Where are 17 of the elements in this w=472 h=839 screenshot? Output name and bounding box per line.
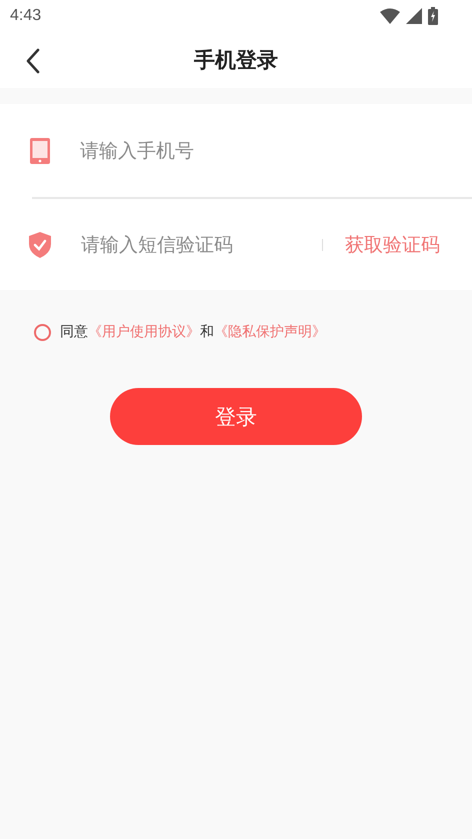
agreement-link[interactable]: 《隐私保护声明》 [214, 324, 326, 340]
signal-icon [406, 8, 422, 24]
battery-icon [428, 7, 438, 25]
wifi-icon [380, 8, 400, 24]
phone-input[interactable]: 请输入手机号 [80, 140, 472, 162]
back-icon [26, 48, 40, 74]
agreement-link[interactable]: 《用户使用协议》 [88, 324, 200, 340]
status-time: 4:43 [10, 7, 42, 25]
get-code-button[interactable]: 获取验证码 [345, 232, 440, 258]
page-title: 手机登录 [194, 47, 278, 74]
login-button[interactable]: 登录 [110, 388, 362, 445]
phone-icon [30, 138, 50, 164]
back-button[interactable] [24, 46, 42, 76]
code-input[interactable]: 请输入短信验证码 [81, 234, 322, 256]
shield-check-icon [29, 232, 51, 258]
agree-radio[interactable] [34, 324, 51, 340]
agreement-text: 同意《用户使用协议》和《隐私保护声明》 [60, 323, 326, 341]
